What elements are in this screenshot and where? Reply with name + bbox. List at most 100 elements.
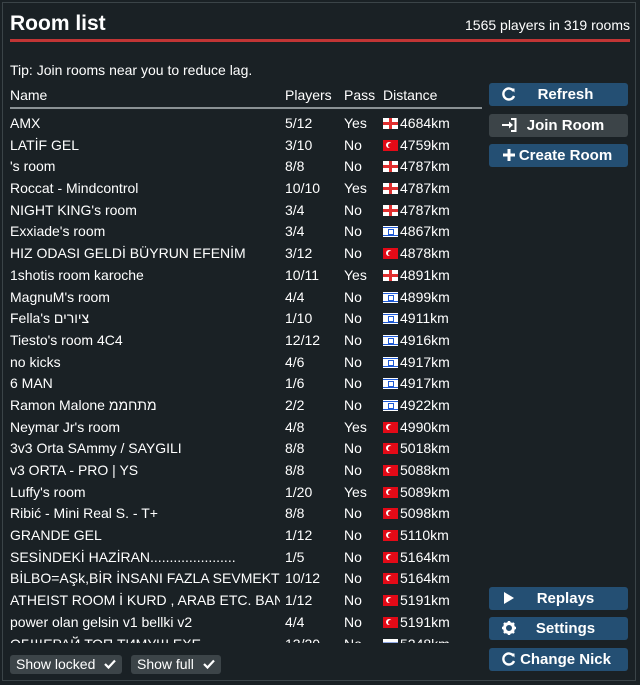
country-flag-icon bbox=[383, 248, 398, 260]
room-distance-cell: 5098km bbox=[383, 503, 450, 525]
table-row[interactable]: 6 MAN 1/6 No 4917km bbox=[10, 373, 482, 395]
room-players: 4/4 bbox=[285, 613, 305, 630]
room-players: 8/8 bbox=[285, 440, 305, 457]
room-distance-cell: 4787km bbox=[383, 200, 450, 222]
room-distance: 4891km bbox=[400, 266, 450, 283]
room-distance-cell: 4787km bbox=[383, 156, 450, 178]
table-row[interactable]: Ribić - Mini Real S. - T+ 8/8 No 5098km bbox=[10, 503, 482, 525]
play-icon bbox=[504, 592, 514, 604]
show-locked-toggle[interactable]: Show locked bbox=[10, 655, 123, 674]
table-row[interactable]: no kicks 4/6 No 4917km bbox=[10, 352, 482, 374]
table-row[interactable]: 's room 8/8 No 4787km bbox=[10, 156, 482, 178]
room-name: Ribić - Mini Real S. - T+ bbox=[10, 505, 158, 522]
room-distance: 4917km bbox=[400, 353, 450, 370]
country-flag-icon bbox=[383, 551, 398, 563]
column-distance[interactable]: Distance bbox=[383, 87, 437, 103]
checkmark-icon bbox=[202, 659, 215, 670]
room-distance: 4787km bbox=[400, 158, 450, 175]
country-flag-icon bbox=[383, 486, 398, 498]
room-pass: No bbox=[344, 634, 362, 644]
table-row[interactable]: power olan gelsin v1 bellki v2 4/4 No 5191k… bbox=[10, 612, 482, 634]
room-distance: 5191km bbox=[400, 613, 450, 630]
refresh-button[interactable]: Refresh bbox=[489, 83, 628, 106]
room-players: 5/12 bbox=[285, 115, 313, 131]
room-name: 's room bbox=[10, 158, 56, 175]
room-name: Ramon Malone מתחממ bbox=[10, 396, 157, 413]
room-pass: No bbox=[344, 592, 362, 609]
table-row[interactable]: MagnuM's room 4/4 No 4899km bbox=[10, 287, 482, 309]
table-row[interactable]: 1shotis room karoche 10/11 Yes 4891km bbox=[10, 265, 482, 287]
plus-icon bbox=[503, 149, 515, 161]
settings-label: Settings bbox=[535, 620, 596, 637]
change-nick-button[interactable]: Change Nick bbox=[489, 648, 628, 671]
column-name[interactable]: Name bbox=[10, 87, 47, 103]
table-row[interactable]: 3v3 Orta SAmmy / SAYGILI 8/8 No 5018km bbox=[10, 438, 482, 460]
room-list[interactable]: AMX 5/12 Yes 4684km LATİF GEL 3/10 No 4759km 's … bbox=[10, 113, 482, 643]
column-players[interactable]: Players bbox=[285, 87, 332, 103]
country-flag-icon bbox=[383, 183, 398, 195]
room-pass: No bbox=[344, 570, 362, 587]
replays-button[interactable]: Replays bbox=[489, 587, 628, 610]
table-row[interactable]: SESİNDEKİ HAZİRAN...................... 1… bbox=[10, 547, 482, 569]
table-row[interactable]: Roccat - Mindcontrol 10/10 Yes 4787km bbox=[10, 178, 482, 200]
refresh-icon bbox=[502, 87, 516, 101]
room-distance: 5018km bbox=[400, 440, 450, 457]
room-pass: No bbox=[344, 548, 362, 565]
room-name: NIGHT KING's room bbox=[10, 201, 137, 218]
room-name: Luffy's room bbox=[10, 483, 86, 500]
room-name: 1shotis room karoche bbox=[10, 266, 144, 283]
settings-button[interactable]: Settings bbox=[489, 617, 628, 640]
room-players: 1/20 bbox=[285, 483, 313, 500]
room-pass: No bbox=[344, 223, 362, 240]
room-name: power olan gelsin v1 bellki v2 bbox=[10, 613, 193, 630]
table-row[interactable]: GRANDE GEL 1/12 No 5110km bbox=[10, 525, 482, 547]
country-flag-icon bbox=[383, 465, 398, 476]
country-flag-icon bbox=[383, 356, 398, 368]
table-row[interactable]: ОБЩЕРАЙ ТОП ТИМУШ ЕХЕ 13/20 No 5248km bbox=[10, 634, 482, 644]
room-players: 12/12 bbox=[285, 331, 321, 348]
table-row[interactable]: ATHEIST ROOM İ KURD , ARAB ETC. BAN! 1/12… bbox=[10, 590, 482, 612]
show-full-label: Show full bbox=[137, 656, 194, 672]
table-row[interactable]: BİLBO=AŞk,BİR İNSANI FAZLA SEVMEKTİR. 10/… bbox=[10, 568, 482, 590]
table-row[interactable]: Tiesto's room 4C4 12/12 No 4916km bbox=[10, 330, 482, 352]
room-distance-cell: 4990km bbox=[383, 417, 450, 439]
join-room-button[interactable]: Join Room bbox=[489, 114, 628, 137]
room-distance: 4787km bbox=[400, 180, 450, 197]
room-name: 3v3 Orta SAmmy / SAYGILI bbox=[10, 440, 182, 457]
table-row[interactable]: AMX 5/12 Yes 4684km bbox=[10, 113, 482, 135]
table-row[interactable]: Exxiade's room 3/4 No 4867km bbox=[10, 221, 482, 243]
room-distance-cell: 5089km bbox=[383, 482, 450, 504]
room-distance: 5164km bbox=[400, 570, 450, 587]
table-row[interactable]: Neymar Jr's room 4/8 Yes 4990km bbox=[10, 417, 482, 439]
country-flag-icon bbox=[383, 638, 398, 643]
room-distance: 4878km bbox=[400, 245, 450, 262]
room-distance: 4916km bbox=[400, 331, 450, 348]
room-pass: No bbox=[344, 613, 362, 630]
room-name: AMX bbox=[10, 115, 41, 131]
room-distance: 4922km bbox=[400, 396, 450, 413]
room-name: v3 ORTA - PRO | YS bbox=[10, 462, 139, 478]
room-players: 1/10 bbox=[285, 310, 313, 327]
table-row[interactable]: LATİF GEL 3/10 No 4759km bbox=[10, 135, 482, 157]
table-row[interactable]: v3 ORTA - PRO | YS 8/8 No 5088km bbox=[10, 460, 482, 482]
country-flag-icon bbox=[383, 334, 398, 346]
room-distance: 4787km bbox=[400, 201, 450, 218]
room-distance-cell: 4684km bbox=[383, 113, 450, 135]
table-row[interactable]: HIZ ODASI GELDİ BÜYRUN EFENİM 3/12 No 4878k… bbox=[10, 243, 482, 265]
create-room-button[interactable]: Create Room bbox=[489, 144, 628, 167]
room-name: Exxiade's room bbox=[10, 223, 106, 240]
room-players: 3/10 bbox=[285, 136, 313, 153]
room-pass: No bbox=[344, 310, 362, 327]
table-row[interactable]: NIGHT KING's room 3/4 No 4787km bbox=[10, 200, 482, 222]
replays-label: Replays bbox=[536, 590, 595, 607]
table-row[interactable]: Fella's ציורים 1/10 No 4911km bbox=[10, 308, 482, 330]
country-flag-icon bbox=[383, 616, 398, 628]
country-flag-icon bbox=[383, 421, 398, 433]
table-row[interactable]: Ramon Malone מתחממ 2/2 No 4922km bbox=[10, 395, 482, 417]
table-row[interactable]: Luffy's room 1/20 Yes 5089km bbox=[10, 482, 482, 504]
show-full-toggle[interactable]: Show full bbox=[131, 655, 221, 674]
column-pass[interactable]: Pass bbox=[344, 87, 375, 103]
room-players: 10/11 bbox=[285, 266, 319, 283]
room-distance: 4759km bbox=[400, 136, 450, 153]
column-headers: Name Players Pass Distance bbox=[10, 87, 482, 109]
